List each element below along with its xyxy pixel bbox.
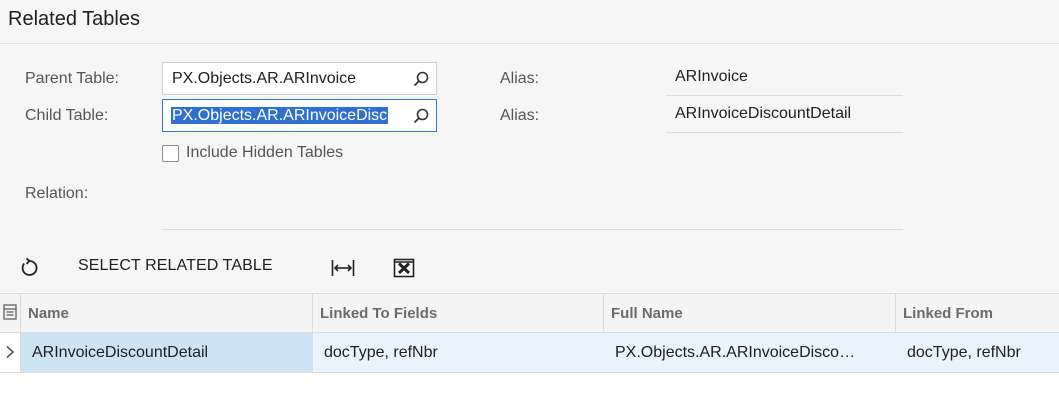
cell-name-value: ARInvoiceDiscountDetail	[32, 344, 209, 361]
column-settings-icon[interactable]	[3, 304, 17, 320]
parent-table-label: Parent Table:	[25, 70, 119, 87]
child-alias-value: ARInvoiceDiscountDetail	[675, 105, 852, 122]
column-header-full-name[interactable]: Full Name	[604, 294, 896, 333]
cell-name[interactable]: ARInvoiceDiscountDetail	[21, 333, 313, 372]
row-selector[interactable]	[0, 333, 21, 372]
refresh-icon[interactable]	[17, 256, 41, 280]
grid-header: Name Linked To Fields Full Name Linked F…	[0, 293, 1059, 333]
relation-field[interactable]	[162, 229, 903, 230]
column-header-label: Linked From	[903, 305, 994, 322]
parent-alias-label: Alias:	[500, 70, 540, 87]
child-table-value[interactable]: PX.Objects.AR.ARInvoiceDisc	[171, 105, 407, 127]
child-table-selector[interactable]: PX.Objects.AR.ARInvoiceDisc	[162, 99, 437, 132]
child-table-value-selected: PX.Objects.AR.ARInvoiceDisc	[171, 107, 389, 124]
page-title: Related Tables	[8, 8, 140, 30]
fit-columns-icon[interactable]	[331, 256, 355, 280]
include-hidden-tables-label[interactable]: Include Hidden Tables	[186, 144, 343, 162]
column-header-name[interactable]: Name	[21, 294, 313, 333]
child-table-label: Child Table:	[25, 107, 109, 124]
parent-alias-field[interactable]: ARInvoice	[666, 59, 903, 96]
cell-full-name[interactable]: PX.Objects.AR.ARInvoiceDisco…	[604, 333, 896, 372]
cell-linked-from[interactable]: docType, refNbr	[896, 333, 1059, 372]
child-alias-label: Alias:	[500, 107, 540, 124]
excel-export-icon[interactable]	[392, 256, 416, 280]
chevron-right-icon	[6, 345, 15, 359]
relation-label: Relation:	[25, 185, 89, 202]
select-related-table-button[interactable]: SELECT RELATED TABLE	[78, 257, 273, 275]
cell-linked-from-value: docType, refNbr	[907, 344, 1021, 361]
column-header-label: Linked To Fields	[320, 305, 438, 322]
checkbox-icon[interactable]	[162, 145, 179, 162]
parent-table-selector[interactable]: PX.Objects.AR.ARInvoice	[162, 62, 437, 95]
parent-table-value[interactable]: PX.Objects.AR.ARInvoice	[172, 70, 406, 88]
search-icon[interactable]	[412, 70, 430, 88]
title-bar: Related Tables	[0, 0, 1059, 44]
cell-linked-to-fields[interactable]: docType, refNbr	[313, 333, 604, 372]
column-header-label: Name	[28, 305, 69, 322]
column-settings-cell[interactable]	[0, 294, 21, 333]
table-row[interactable]: ARInvoiceDiscountDetail docType, refNbr …	[0, 333, 1059, 373]
column-header-linked-from[interactable]: Linked From	[896, 294, 1059, 333]
cell-full-name-value: PX.Objects.AR.ARInvoiceDisco…	[615, 344, 856, 361]
column-header-label: Full Name	[611, 305, 683, 322]
parent-alias-value: ARInvoice	[675, 68, 748, 85]
column-header-linked-to-fields[interactable]: Linked To Fields	[313, 294, 604, 333]
child-alias-field[interactable]: ARInvoiceDiscountDetail	[666, 96, 903, 133]
search-icon[interactable]	[412, 107, 430, 125]
include-hidden-tables-checkbox[interactable]: Include Hidden Tables	[162, 144, 422, 164]
cell-linked-to-fields-value: docType, refNbr	[324, 344, 438, 361]
